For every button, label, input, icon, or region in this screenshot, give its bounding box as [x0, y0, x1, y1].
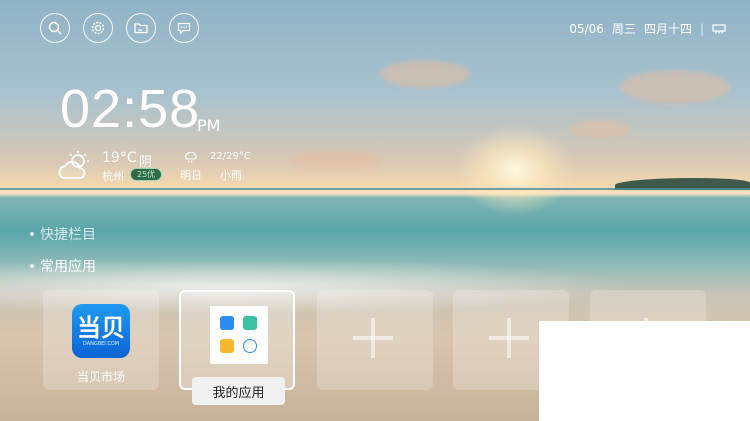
- horizon: [0, 188, 750, 190]
- files-button[interactable]: [126, 13, 156, 43]
- home-screen: 05/06 周三 四月十四 | 02:58 PM 19°C 阴 杭州 25优 2…: [0, 0, 750, 421]
- more-icon: [243, 339, 257, 353]
- search-button[interactable]: [40, 13, 70, 43]
- folder-icon: [134, 23, 148, 34]
- message-button[interactable]: [169, 13, 199, 43]
- bullet-icon: [30, 232, 34, 236]
- weather-temp: 19°C: [102, 150, 137, 166]
- tomorrow-label: 明日: [180, 169, 202, 182]
- cloud: [570, 120, 630, 138]
- app-icon: [220, 339, 234, 353]
- clock-ampm: PM: [197, 116, 221, 135]
- search-icon: [48, 21, 62, 35]
- sun-cloud-icon: [58, 151, 89, 179]
- plus-icon: [353, 318, 393, 358]
- tomorrow-condition: 小雨: [220, 169, 242, 182]
- app-icon: [220, 316, 234, 330]
- tile-dangbei-market[interactable]: 当贝 DANGBEI.COM 当贝市场: [43, 290, 159, 390]
- cloud: [290, 150, 380, 170]
- message-icon: [177, 22, 191, 35]
- weekday: 周三: [611, 22, 636, 36]
- tile-label: 当贝市场: [76, 370, 125, 384]
- weather-city: 杭州: [102, 170, 124, 183]
- dangbei-logo-icon: 当贝 DANGBEI.COM: [72, 304, 130, 358]
- lunar-date: 四月十四: [643, 22, 692, 36]
- my-apps-label: 我的应用: [192, 377, 285, 405]
- tile-add-app[interactable]: [317, 290, 433, 390]
- menu-common-apps[interactable]: 常用应用: [30, 256, 96, 276]
- settings-button[interactable]: [83, 13, 113, 43]
- date: 05/06: [569, 21, 604, 36]
- app-grid-icon: [210, 306, 268, 364]
- clock-time: 02:58: [60, 79, 201, 139]
- overlay-panel: [539, 321, 750, 421]
- app-icon: [243, 316, 257, 330]
- tomorrow-temp-range: 22/29°C: [210, 151, 251, 162]
- sun-glow: [455, 125, 575, 215]
- menu-label: 快捷栏目: [40, 227, 96, 243]
- plus-icon: [489, 318, 529, 358]
- cloud-rain-icon: [185, 152, 197, 163]
- separator: |: [699, 21, 704, 36]
- ethernet-icon: [712, 23, 726, 33]
- cloud: [620, 70, 730, 104]
- bullet-icon: [30, 264, 34, 268]
- logo-text: 当贝: [77, 314, 125, 342]
- tile-my-apps[interactable]: [179, 290, 295, 390]
- menu-quick-columns[interactable]: 快捷栏目: [30, 224, 96, 244]
- aqi-badge: 25优: [130, 168, 163, 181]
- status-bar: 05/06 周三 四月十四 |: [569, 20, 726, 37]
- settings-icon: [91, 21, 105, 35]
- cloud: [380, 60, 470, 88]
- logo-subtext: DANGBEI.COM: [82, 341, 120, 347]
- menu-label: 常用应用: [40, 259, 96, 275]
